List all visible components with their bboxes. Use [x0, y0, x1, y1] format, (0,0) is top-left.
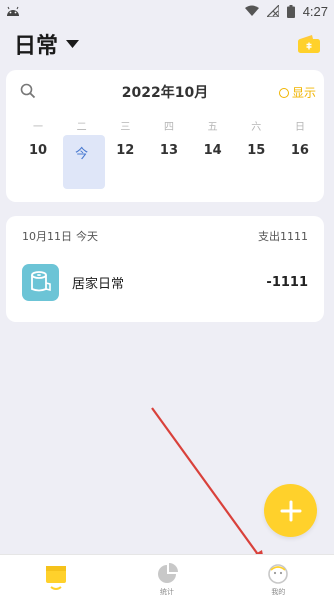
category-name: 居家日常	[72, 276, 125, 292]
book-title: 日常	[14, 34, 59, 59]
android-icon	[7, 6, 19, 16]
toggle-ring-icon	[278, 87, 289, 98]
weekday-label: 五	[207, 122, 218, 133]
weekday-label: 二	[76, 122, 87, 133]
weekday-label: 三	[120, 122, 131, 133]
day-row: 10 今 12 13 14 15 16	[28, 143, 310, 162]
status-left	[6, 5, 20, 17]
nav-item-stats[interactable]: 统计	[127, 555, 207, 600]
day-cell-today[interactable]: 今	[72, 143, 92, 162]
record-date-group: 10月11日 今天	[22, 228, 98, 244]
battery-icon	[286, 4, 295, 18]
bottom-nav: 统计 我的	[0, 554, 334, 600]
pie-chart-icon	[157, 563, 178, 583]
day-cell[interactable]: 10	[28, 143, 48, 162]
calendar-card: 2022年10月 显示 一 二 三 四 五 六 日 10 今 12 13 14 …	[6, 70, 324, 202]
expense-summary: 支出1111	[258, 230, 308, 243]
nav-label: 统计	[159, 588, 174, 596]
home-roll-icon	[22, 263, 59, 301]
calendar-month-title[interactable]: 2022年10月	[6, 82, 324, 102]
day-cell[interactable]: 12	[115, 143, 135, 162]
nav-label: 我的	[271, 588, 286, 596]
plus-icon	[280, 500, 301, 521]
record-item[interactable]: 居家日常 -1111	[22, 262, 308, 302]
add-record-button[interactable]	[264, 484, 317, 537]
day-cell[interactable]: 13	[159, 143, 179, 162]
weekday-label: 日	[294, 122, 305, 133]
weekday-row: 一 二 三 四 五 六 日	[28, 118, 310, 133]
calendar-top-bar: 2022年10月 显示	[6, 80, 324, 104]
weekday-label: 六	[251, 122, 262, 133]
day-cell[interactable]: 15	[246, 143, 266, 162]
show-toggle[interactable]: 显示	[278, 84, 316, 101]
record-amount: -1111	[266, 274, 308, 290]
weekday-label: 四	[163, 122, 174, 133]
wallet-icon[interactable]	[298, 35, 320, 53]
record-day-label: 今天	[76, 230, 98, 243]
day-cell[interactable]: 14	[203, 143, 223, 162]
ledger-icon	[45, 566, 66, 590]
record-date: 10月11日	[22, 230, 72, 243]
status-right: 4:27	[244, 3, 328, 19]
book-selector[interactable]: 日常	[14, 28, 80, 60]
no-signal-icon	[266, 5, 279, 17]
status-time: 4:27	[302, 3, 328, 19]
nav-item-profile[interactable]: 我的	[238, 555, 318, 600]
header: 日常	[0, 22, 334, 66]
show-toggle-label: 显示	[291, 86, 316, 100]
day-cell[interactable]: 16	[290, 143, 310, 162]
wifi-icon	[244, 5, 259, 16]
status-bar: 4:27	[0, 0, 334, 22]
nav-item-ledger[interactable]	[16, 555, 96, 600]
record-card: 10月11日 今天 支出1111 居家日常 -1111	[6, 216, 324, 322]
header-right	[298, 35, 320, 53]
caret-down-icon	[66, 40, 80, 48]
weekday-label: 一	[33, 122, 43, 133]
profile-icon	[268, 564, 289, 584]
record-day-header: 10月11日 今天 支出1111	[22, 228, 308, 244]
